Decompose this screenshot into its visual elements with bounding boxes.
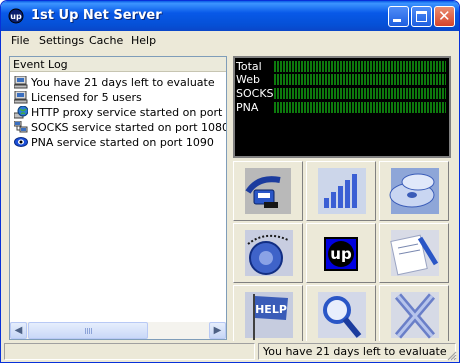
app-icon: up bbox=[8, 8, 24, 24]
disks-icon bbox=[389, 168, 439, 214]
status-bar: You have 21 days left to evaluate bbox=[1, 341, 459, 362]
help-flag-icon: HELP bbox=[245, 292, 293, 340]
scroll-left-button[interactable]: ◀ bbox=[10, 322, 27, 339]
exit-button[interactable] bbox=[379, 285, 449, 345]
computer-icon bbox=[14, 91, 28, 104]
minimize-icon bbox=[393, 19, 401, 22]
event-text: PNA service started on port 1090 bbox=[31, 136, 214, 149]
up-logo-icon: up bbox=[324, 237, 358, 271]
traffic-monitor: Total Web SOCKS PNA bbox=[233, 56, 451, 158]
status-panel-left bbox=[4, 343, 255, 360]
help-button[interactable]: HELP bbox=[233, 285, 303, 345]
cache-disks-button[interactable] bbox=[379, 161, 449, 221]
search-button[interactable] bbox=[306, 285, 376, 345]
event-text: Licensed for 5 users bbox=[31, 91, 142, 104]
app-window: up 1st Up Net Server ✕ File Settings Cac… bbox=[0, 0, 460, 363]
title-bar[interactable]: up 1st Up Net Server ✕ bbox=[1, 1, 459, 31]
event-text: You have 21 days left to evaluate bbox=[31, 76, 215, 89]
maximize-icon bbox=[416, 11, 427, 22]
event-text: HTTP proxy service started on port 8090 bbox=[31, 106, 226, 119]
eye-icon bbox=[14, 137, 28, 147]
list-item[interactable]: Licensed for 5 users bbox=[10, 90, 226, 105]
network-plug-icon bbox=[245, 168, 291, 214]
list-item[interactable]: You have 21 days left to evaluate bbox=[10, 75, 226, 90]
logo-button[interactable]: up bbox=[306, 223, 376, 283]
bandwidth-chart-button[interactable] bbox=[306, 161, 376, 221]
computer-icon bbox=[14, 76, 28, 89]
event-log-header[interactable]: Event Log bbox=[10, 57, 226, 72]
monitor-label-web: Web bbox=[236, 73, 260, 86]
event-log-list[interactable]: Event Log You have 21 days left to evalu… bbox=[9, 56, 227, 340]
list-item[interactable]: SOCKS service started on port 1080 bbox=[10, 120, 226, 135]
close-button[interactable]: ✕ bbox=[434, 6, 455, 27]
monitor-bar-pna bbox=[274, 102, 446, 113]
menu-file[interactable]: File bbox=[11, 34, 29, 47]
port-dial-button[interactable] bbox=[233, 223, 303, 283]
x-icon bbox=[391, 292, 439, 339]
menu-cache[interactable]: Cache bbox=[89, 34, 123, 47]
monitor-label-pna: PNA bbox=[236, 101, 259, 114]
monitor-bar-web bbox=[274, 74, 446, 85]
pen-paper-icon bbox=[390, 230, 439, 276]
resize-grip-icon[interactable] bbox=[445, 349, 457, 361]
horizontal-scrollbar[interactable]: ◀ ▶ bbox=[10, 322, 226, 339]
bar-chart-icon bbox=[318, 168, 366, 214]
network-icon bbox=[14, 121, 28, 133]
notes-button[interactable] bbox=[379, 223, 449, 283]
list-item[interactable]: PNA service started on port 1090 bbox=[10, 135, 226, 150]
maximize-button[interactable] bbox=[411, 6, 432, 27]
scroll-right-button[interactable]: ▶ bbox=[209, 322, 226, 339]
close-icon: ✕ bbox=[438, 7, 451, 25]
event-text: SOCKS service started on port 1080 bbox=[31, 121, 226, 134]
list-item[interactable]: HTTP proxy service started on port 8090 bbox=[10, 105, 226, 120]
event-log-rows: You have 21 days left to evaluate Licens… bbox=[10, 75, 226, 320]
scrollbar-thumb[interactable] bbox=[28, 322, 148, 339]
monitor-bar-socks bbox=[274, 88, 446, 99]
monitor-bar-total bbox=[274, 61, 446, 72]
menu-bar: File Settings Cache Help bbox=[1, 31, 459, 51]
menu-help[interactable]: Help bbox=[131, 34, 156, 47]
network-plug-button[interactable] bbox=[233, 161, 303, 221]
globe-icon bbox=[14, 106, 28, 119]
svg-text:up: up bbox=[330, 245, 352, 263]
dial-icon bbox=[245, 230, 293, 276]
monitor-label-total: Total bbox=[236, 60, 262, 73]
magnifier-icon bbox=[318, 292, 366, 338]
svg-text:HELP: HELP bbox=[255, 303, 287, 316]
window-title: 1st Up Net Server bbox=[31, 8, 162, 23]
status-panel-right: You have 21 days left to evaluate bbox=[258, 343, 456, 360]
menu-settings[interactable]: Settings bbox=[39, 34, 84, 47]
minimize-button[interactable] bbox=[388, 6, 409, 27]
svg-text:up: up bbox=[10, 12, 22, 21]
monitor-label-socks: SOCKS bbox=[236, 87, 274, 100]
